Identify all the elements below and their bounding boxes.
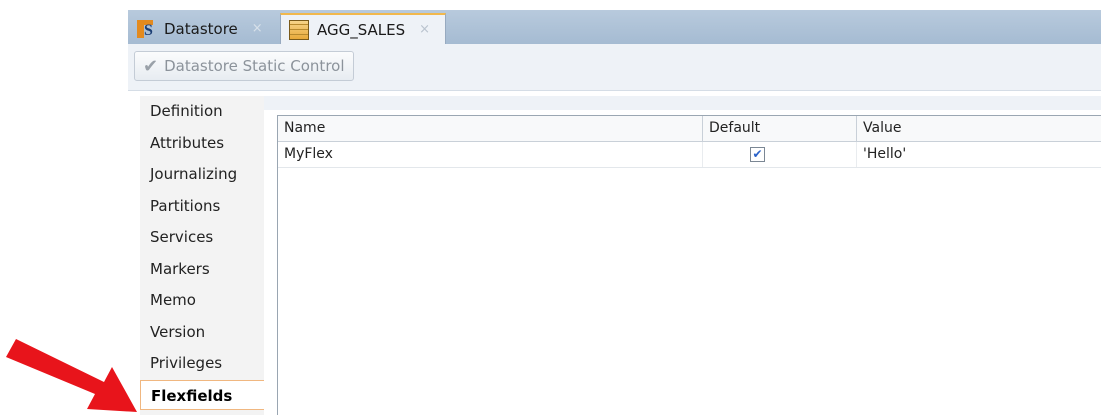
- editor-side-nav: Definition Attributes Journalizing Parti…: [140, 96, 264, 415]
- nav-item-partitions[interactable]: Partitions: [140, 191, 264, 221]
- table-row[interactable]: MyFlex ✔ 'Hello': [278, 142, 1101, 168]
- column-header-value[interactable]: Value: [857, 116, 1101, 141]
- table-header: Name Default Value: [278, 116, 1101, 142]
- tab-label: AGG_SALES: [317, 20, 406, 39]
- button-label: Datastore Static Control: [164, 57, 345, 75]
- editor-tab-strip: S Datastore × AGG_SALES ×: [128, 10, 1101, 45]
- nav-item-definition[interactable]: Definition: [140, 96, 264, 126]
- nav-item-memo[interactable]: Memo: [140, 285, 264, 315]
- nav-item-attributes[interactable]: Attributes: [140, 128, 264, 158]
- datastore-icon: S: [136, 18, 158, 40]
- column-header-name[interactable]: Name: [278, 116, 703, 141]
- tab-label: Datastore: [164, 19, 238, 38]
- nav-item-services[interactable]: Services: [140, 222, 264, 252]
- nav-item-version[interactable]: Version: [140, 317, 264, 347]
- annotation-arrow: [6, 339, 137, 412]
- flexfields-panel: Name Default Value MyFlex ✔ 'Hello': [264, 96, 1101, 415]
- default-checkbox[interactable]: ✔: [750, 147, 765, 162]
- close-icon[interactable]: ×: [419, 22, 430, 37]
- editor-toolbar: ✔ Datastore Static Control: [128, 44, 1101, 91]
- datastore-static-control-button[interactable]: ✔ Datastore Static Control: [134, 51, 354, 81]
- flexfield-default-cell[interactable]: [703, 142, 857, 167]
- close-icon[interactable]: ×: [252, 21, 263, 36]
- nav-item-privileges[interactable]: Privileges: [140, 348, 264, 378]
- checkmark-icon: ✔: [143, 55, 159, 77]
- tab-agg-sales[interactable]: AGG_SALES ×: [280, 13, 446, 44]
- flexfield-value-cell[interactable]: 'Hello': [857, 142, 1101, 167]
- nav-item-journalizing[interactable]: Journalizing: [140, 159, 264, 189]
- nav-item-markers[interactable]: Markers: [140, 254, 264, 284]
- tab-datastore[interactable]: S Datastore ×: [128, 13, 274, 44]
- flexfield-name-cell[interactable]: MyFlex: [278, 142, 703, 167]
- panel-header-bar: [264, 96, 1101, 110]
- table-icon: [289, 19, 309, 40]
- column-header-default[interactable]: Default: [703, 116, 857, 141]
- flexfields-table: Name Default Value MyFlex ✔ 'Hello': [277, 115, 1101, 415]
- nav-item-flexfields[interactable]: Flexfields: [140, 380, 264, 410]
